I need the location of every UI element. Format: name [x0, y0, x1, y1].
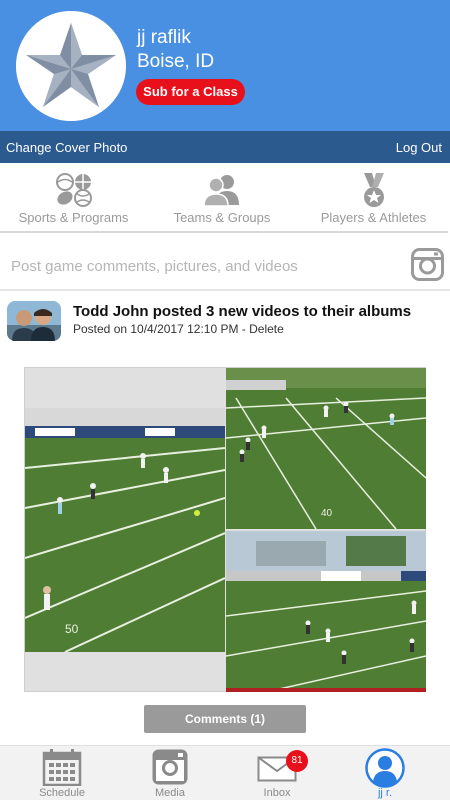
calendar-icon: [42, 748, 82, 791]
category-label: Players & Athletes: [320, 210, 427, 225]
logout-link[interactable]: Log Out: [396, 140, 442, 155]
feed-avatar[interactable]: [7, 301, 61, 341]
nav-profile[interactable]: jj r.: [335, 746, 435, 800]
change-cover-photo-link[interactable]: Change Cover Photo: [6, 140, 127, 155]
profile-avatar[interactable]: [16, 11, 126, 121]
video-thumbnail[interactable]: [226, 531, 426, 692]
nav-label: jj r.: [377, 787, 393, 799]
medal-icon: [361, 173, 387, 212]
nav-inbox[interactable]: 81 Inbox: [227, 746, 327, 800]
svg-text:50: 50: [65, 622, 79, 636]
feed-title: Todd John posted 3 new videos to their a…: [73, 303, 412, 320]
profile-location: Boise, ID: [137, 51, 215, 72]
category-label: Teams & Groups: [173, 210, 271, 225]
posted-on-text: Posted on 10/4/2017 12:10 PM -: [73, 322, 250, 336]
nav-media[interactable]: Media: [120, 746, 220, 800]
star-logo-icon: [16, 11, 126, 121]
delete-link[interactable]: Delete: [249, 322, 284, 336]
comments-button[interactable]: Comments (1): [144, 705, 306, 733]
category-teams-groups[interactable]: Teams & Groups: [147, 163, 297, 233]
nav-label: Inbox: [263, 787, 291, 799]
category-sports-programs[interactable]: Sports & Programs: [0, 163, 147, 233]
app-screen: jj raflik Boise, ID Sub for a Class Chan…: [0, 0, 450, 800]
cover-bar: Change Cover Photo Log Out: [0, 131, 450, 163]
divider: [0, 231, 448, 233]
sub-for-class-button[interactable]: Sub for a Class: [136, 79, 245, 105]
nav-label: Media: [155, 787, 185, 799]
video-thumbnail[interactable]: 40: [226, 368, 426, 529]
people-icon: [203, 173, 241, 210]
post-composer[interactable]: Post game comments, pictures, and videos: [0, 245, 450, 289]
camera-icon: [151, 748, 189, 791]
divider: [0, 289, 450, 291]
video-thumbnail[interactable]: 50: [25, 408, 225, 652]
category-players-athletes[interactable]: Players & Athletes: [297, 163, 450, 233]
svg-text:40: 40: [321, 508, 333, 519]
inbox-badge: 81: [286, 750, 308, 772]
camera-icon[interactable]: [411, 248, 444, 286]
video-collage: 50 40: [24, 367, 426, 692]
composer-placeholder[interactable]: Post game comments, pictures, and videos: [11, 258, 298, 275]
category-row: Sports & Programs Teams & Groups Players…: [0, 163, 450, 233]
nav-schedule[interactable]: Schedule: [12, 746, 112, 800]
category-label: Sports & Programs: [18, 210, 129, 225]
nav-label: Schedule: [39, 787, 85, 799]
profile-header: jj raflik Boise, ID Sub for a Class: [0, 0, 450, 131]
profile-name: jj raflik: [137, 27, 191, 48]
sports-balls-icon: [55, 173, 92, 210]
bottom-nav: Schedule Media 81 Inbox jj r.: [0, 745, 450, 800]
feed-meta: Posted on 10/4/2017 12:10 PM - Delete: [73, 322, 284, 336]
